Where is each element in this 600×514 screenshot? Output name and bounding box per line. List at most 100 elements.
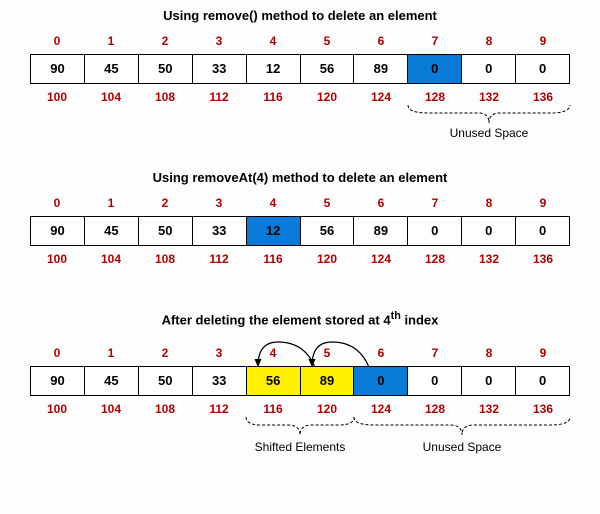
address-cell: 132 xyxy=(462,252,516,266)
index-cell: 5 xyxy=(300,346,354,360)
title-after-delete: After deleting the element stored at 4th… xyxy=(0,310,600,327)
index-cell: 4 xyxy=(246,34,300,48)
address-cell: 116 xyxy=(246,402,300,416)
index-cell: 7 xyxy=(408,196,462,210)
title-sup: th xyxy=(391,310,401,322)
array-cell: 56 xyxy=(301,55,355,83)
index-cell: 6 xyxy=(354,346,408,360)
index-cell: 3 xyxy=(192,34,246,48)
array-cell-highlight: 0 xyxy=(354,367,408,395)
array-cell: 0 xyxy=(462,55,516,83)
array-cell: 50 xyxy=(139,367,193,395)
array-cell: 90 xyxy=(31,55,85,83)
address-cell: 132 xyxy=(462,402,516,416)
index-cell: 1 xyxy=(84,34,138,48)
array-cells-3: 90 45 50 33 56 89 0 0 0 0 xyxy=(30,366,570,396)
index-cell: 6 xyxy=(354,196,408,210)
brace-shifted xyxy=(246,417,354,441)
index-cell: 3 xyxy=(192,196,246,210)
index-cell: 6 xyxy=(354,34,408,48)
index-cell: 8 xyxy=(462,346,516,360)
array-cell: 45 xyxy=(85,367,139,395)
address-cell: 120 xyxy=(300,402,354,416)
array-cell: 0 xyxy=(516,217,569,245)
address-row-3: 100 104 108 112 116 120 124 128 132 136 xyxy=(30,402,570,416)
array-cells-1: 90 45 50 33 12 56 89 0 0 0 xyxy=(30,54,570,84)
array-cell-shifted: 89 xyxy=(301,367,355,395)
index-cell: 2 xyxy=(138,34,192,48)
index-cell: 0 xyxy=(30,346,84,360)
array-cell: 90 xyxy=(31,217,85,245)
address-cell: 112 xyxy=(192,252,246,266)
array-cells-2: 90 45 50 33 12 56 89 0 0 0 xyxy=(30,216,570,246)
array-cell: 45 xyxy=(85,55,139,83)
array-cell: 0 xyxy=(408,367,462,395)
indices-row-1: 0 1 2 3 4 5 6 7 8 9 xyxy=(30,34,570,48)
address-cell: 124 xyxy=(354,252,408,266)
address-cell: 136 xyxy=(516,252,570,266)
array-cell-shifted: 56 xyxy=(247,367,301,395)
index-cell: 3 xyxy=(192,346,246,360)
array-cell: 89 xyxy=(354,55,408,83)
address-cell: 104 xyxy=(84,252,138,266)
index-cell: 1 xyxy=(84,346,138,360)
index-cell: 7 xyxy=(408,346,462,360)
address-cell: 128 xyxy=(408,252,462,266)
address-cell: 120 xyxy=(300,90,354,104)
title-remove: Using remove() method to delete an eleme… xyxy=(0,8,600,23)
array-cell: 45 xyxy=(85,217,139,245)
address-cell: 104 xyxy=(84,402,138,416)
index-cell: 2 xyxy=(138,346,192,360)
index-cell: 5 xyxy=(300,196,354,210)
brace-unused-3 xyxy=(354,417,570,441)
address-row-1: 100 104 108 112 116 120 124 128 132 136 xyxy=(30,90,570,104)
title-part: After deleting the element stored at 4 xyxy=(162,312,391,327)
array-cell: 89 xyxy=(354,217,408,245)
indices-row-2: 0 1 2 3 4 5 6 7 8 9 xyxy=(30,196,570,210)
array-cell: 90 xyxy=(31,367,85,395)
array-cell: 0 xyxy=(408,217,462,245)
title-part: index xyxy=(401,312,439,327)
array-cell-highlight: 12 xyxy=(247,217,301,245)
array-cell: 33 xyxy=(193,217,247,245)
index-cell: 9 xyxy=(516,196,570,210)
indices-row-3: 0 1 2 3 4 5 6 7 8 9 xyxy=(30,346,570,360)
address-cell: 112 xyxy=(192,90,246,104)
address-cell: 128 xyxy=(408,402,462,416)
address-cell: 136 xyxy=(516,402,570,416)
index-cell: 9 xyxy=(516,346,570,360)
address-row-2: 100 104 108 112 116 120 124 128 132 136 xyxy=(30,252,570,266)
array-cell: 12 xyxy=(247,55,301,83)
array-cell: 0 xyxy=(516,367,569,395)
index-cell: 8 xyxy=(462,34,516,48)
address-cell: 120 xyxy=(300,252,354,266)
address-cell: 108 xyxy=(138,252,192,266)
index-cell: 7 xyxy=(408,34,462,48)
array-cell: 56 xyxy=(301,217,355,245)
array-cell: 50 xyxy=(139,217,193,245)
address-cell: 100 xyxy=(30,252,84,266)
address-cell: 116 xyxy=(246,252,300,266)
index-cell: 0 xyxy=(30,34,84,48)
address-cell: 136 xyxy=(516,90,570,104)
array-cell: 33 xyxy=(193,367,247,395)
array-cell: 0 xyxy=(462,367,516,395)
index-cell: 9 xyxy=(516,34,570,48)
index-cell: 5 xyxy=(300,34,354,48)
address-cell: 124 xyxy=(354,402,408,416)
title-removeat: Using removeAt(4) method to delete an el… xyxy=(0,170,600,185)
index-cell: 8 xyxy=(462,196,516,210)
brace-label-unused-1: Unused Space xyxy=(408,126,570,140)
index-cell: 2 xyxy=(138,196,192,210)
index-cell: 1 xyxy=(84,196,138,210)
array-cell: 0 xyxy=(516,55,569,83)
array-cell: 0 xyxy=(462,217,516,245)
address-cell: 132 xyxy=(462,90,516,104)
address-cell: 100 xyxy=(30,90,84,104)
address-cell: 128 xyxy=(408,90,462,104)
address-cell: 116 xyxy=(246,90,300,104)
address-cell: 108 xyxy=(138,90,192,104)
address-cell: 100 xyxy=(30,402,84,416)
index-cell: 0 xyxy=(30,196,84,210)
address-cell: 124 xyxy=(354,90,408,104)
